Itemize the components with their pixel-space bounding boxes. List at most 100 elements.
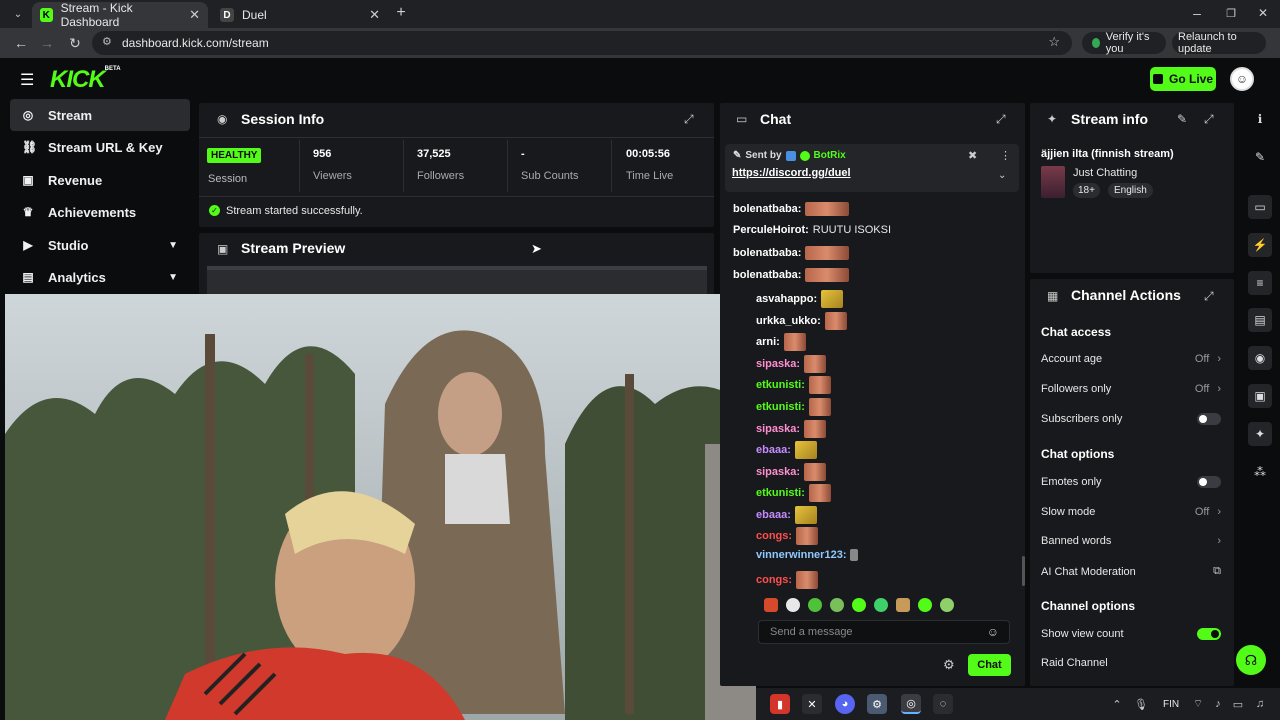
chat-username[interactable]: sipaska:: [756, 466, 800, 478]
chevron-down-icon[interactable]: ⌄: [998, 170, 1006, 181]
send-chat-button[interactable]: Chat: [968, 654, 1011, 676]
tab-search-icon[interactable]: ⌄: [9, 5, 27, 23]
raid-channel-row[interactable]: Raid Channel: [1041, 657, 1221, 669]
tab-kick-dashboard[interactable]: K Stream - Kick Dashboard ✕: [32, 1, 208, 29]
chat-message[interactable]: arni:: [756, 333, 806, 351]
chat-username[interactable]: arni:: [756, 336, 780, 348]
back-icon[interactable]: ←: [12, 34, 30, 52]
chat-message[interactable]: bolenatbaba:: [733, 202, 850, 216]
chat-username[interactable]: etkunisti:: [756, 379, 805, 391]
app-red-icon[interactable]: ▮: [770, 694, 790, 714]
go-live-button[interactable]: Go Live: [1150, 67, 1216, 91]
chat-input[interactable]: Send a message ☺: [758, 620, 1010, 644]
chat-username[interactable]: vinnerwinner123:: [756, 549, 846, 561]
layout-icon[interactable]: ⁂: [1248, 460, 1272, 484]
chat-message[interactable]: congs:: [756, 571, 819, 589]
chat-username[interactable]: congs:: [756, 530, 792, 542]
emote-icon[interactable]: [852, 598, 866, 612]
chat-message[interactable]: etkunisti:: [756, 484, 831, 502]
language-indicator[interactable]: FIN: [1163, 699, 1179, 710]
chat-username[interactable]: ebaaa:: [756, 509, 791, 521]
unpin-icon[interactable]: ✖: [968, 149, 977, 162]
window-close-icon[interactable]: ✕: [1254, 4, 1272, 22]
kick-logo[interactable]: KICKBETA: [50, 66, 121, 94]
forward-icon[interactable]: →: [38, 34, 56, 52]
battery-icon[interactable]: ▭: [1230, 694, 1246, 714]
chat-username[interactable]: congs:: [756, 574, 792, 586]
chat-username[interactable]: bolenatbaba:: [733, 203, 801, 215]
volume-icon[interactable]: ♪: [1210, 694, 1226, 714]
chat-message[interactable]: vinnerwinner123:: [756, 549, 859, 561]
chat-username[interactable]: ebaaa:: [756, 444, 791, 456]
expand-icon[interactable]: ⤢: [1204, 112, 1214, 127]
discord-icon[interactable]: ◕: [835, 694, 855, 714]
chat-panel-icon[interactable]: ▤: [1248, 308, 1272, 332]
chat-message[interactable]: PerculeHoirot: RUUTU ISOKSI: [733, 224, 891, 236]
banned-words-row[interactable]: Banned words ›: [1041, 535, 1221, 547]
microphone-icon[interactable]: 🎙: [1133, 694, 1149, 714]
sidebar-item-analytics[interactable]: ▤ Analytics ▼: [10, 261, 190, 293]
emote-icon[interactable]: [896, 598, 910, 612]
edit-icon[interactable]: ✎: [1248, 145, 1272, 169]
chat-message[interactable]: ebaaa:: [756, 441, 817, 459]
slow-mode-row[interactable]: Slow mode Off ›: [1041, 506, 1221, 518]
emote-icon[interactable]: [830, 598, 844, 612]
chevron-up-icon[interactable]: ⌃: [1109, 694, 1125, 714]
close-icon[interactable]: ✕: [369, 7, 380, 23]
emote-icon[interactable]: [940, 598, 954, 612]
session-panel-icon[interactable]: ▭: [1248, 195, 1272, 219]
support-headset-icon[interactable]: ☊: [1236, 645, 1266, 675]
followers-only-row[interactable]: Followers only Off ›: [1041, 383, 1221, 395]
emotes-only-toggle[interactable]: [1197, 476, 1221, 488]
minimize-icon[interactable]: –: [1188, 4, 1206, 22]
chat-message[interactable]: sipaska:: [756, 463, 827, 481]
store-icon[interactable]: ▣: [1248, 384, 1272, 408]
settings-app-icon[interactable]: ⚙: [867, 694, 887, 714]
account-age-row[interactable]: Account age Off ›: [1041, 353, 1221, 365]
chrome-icon[interactable]: ◎: [901, 694, 921, 714]
chat-username[interactable]: sipaska:: [756, 423, 800, 435]
chat-message[interactable]: ebaaa:: [756, 506, 817, 524]
chat-username[interactable]: bolenatbaba:: [733, 247, 801, 259]
sidebar-item-stream-url-key[interactable]: ⛓ Stream URL & Key: [10, 131, 190, 163]
chat-message[interactable]: etkunisti:: [756, 376, 831, 394]
more-options-icon[interactable]: ⋮: [1000, 149, 1011, 162]
chat-username[interactable]: PerculeHoirot:: [733, 224, 809, 236]
sidebar-item-stream[interactable]: ◎ Stream: [10, 99, 190, 131]
pinned-link[interactable]: https://discord.gg/duel: [732, 167, 851, 179]
wrench-icon[interactable]: ✦: [1248, 422, 1272, 446]
show-view-count-toggle[interactable]: [1197, 628, 1221, 640]
chat-username[interactable]: etkunisti:: [756, 401, 805, 413]
emote-icon[interactable]: [874, 598, 888, 612]
chat-message[interactable]: asvahappo:: [756, 290, 844, 308]
close-icon[interactable]: ✕: [189, 7, 200, 23]
chat-username[interactable]: asvahappo:: [756, 293, 817, 305]
address-bar[interactable]: ⚙ dashboard.kick.com/stream ☆: [92, 31, 1072, 55]
chat-message[interactable]: bolenatbaba:: [733, 246, 850, 260]
emote-icon[interactable]: [918, 598, 932, 612]
app-obs-icon[interactable]: ◌: [933, 694, 953, 714]
wifi-icon[interactable]: ⌔: [1190, 694, 1206, 714]
list-icon[interactable]: ≡: [1248, 271, 1272, 295]
chat-message[interactable]: bolenatbaba:: [733, 268, 850, 282]
verify-button[interactable]: Verify it's you: [1082, 31, 1166, 55]
emote-icon[interactable]: [786, 598, 800, 612]
chat-message[interactable]: congs:: [756, 527, 819, 545]
relaunch-button[interactable]: Relaunch to update: [1172, 31, 1266, 55]
sidebar-item-achievements[interactable]: ♛ Achievements: [10, 196, 190, 228]
new-tab-icon[interactable]: +: [392, 4, 410, 22]
site-info-icon[interactable]: ⚙: [102, 35, 112, 48]
chat-message[interactable]: etkunisti:: [756, 398, 831, 416]
ai-moderation-row[interactable]: AI Chat Moderation ⧉: [1041, 565, 1221, 578]
lightning-icon[interactable]: ⚡: [1248, 233, 1272, 257]
chat-username[interactable]: bolenatbaba:: [733, 269, 801, 281]
emoji-icon[interactable]: ☺: [987, 625, 999, 639]
tab-duel[interactable]: D Duel ✕: [212, 2, 388, 28]
info-icon[interactable]: ℹ: [1248, 107, 1272, 131]
chat-username[interactable]: sipaska:: [756, 358, 800, 370]
edit-icon[interactable]: ✎: [1177, 112, 1187, 126]
chat-username[interactable]: etkunisti:: [756, 487, 805, 499]
record-icon[interactable]: ◉: [1248, 346, 1272, 370]
reload-icon[interactable]: ↻: [66, 34, 84, 52]
app-x-icon[interactable]: ✕: [802, 694, 822, 714]
